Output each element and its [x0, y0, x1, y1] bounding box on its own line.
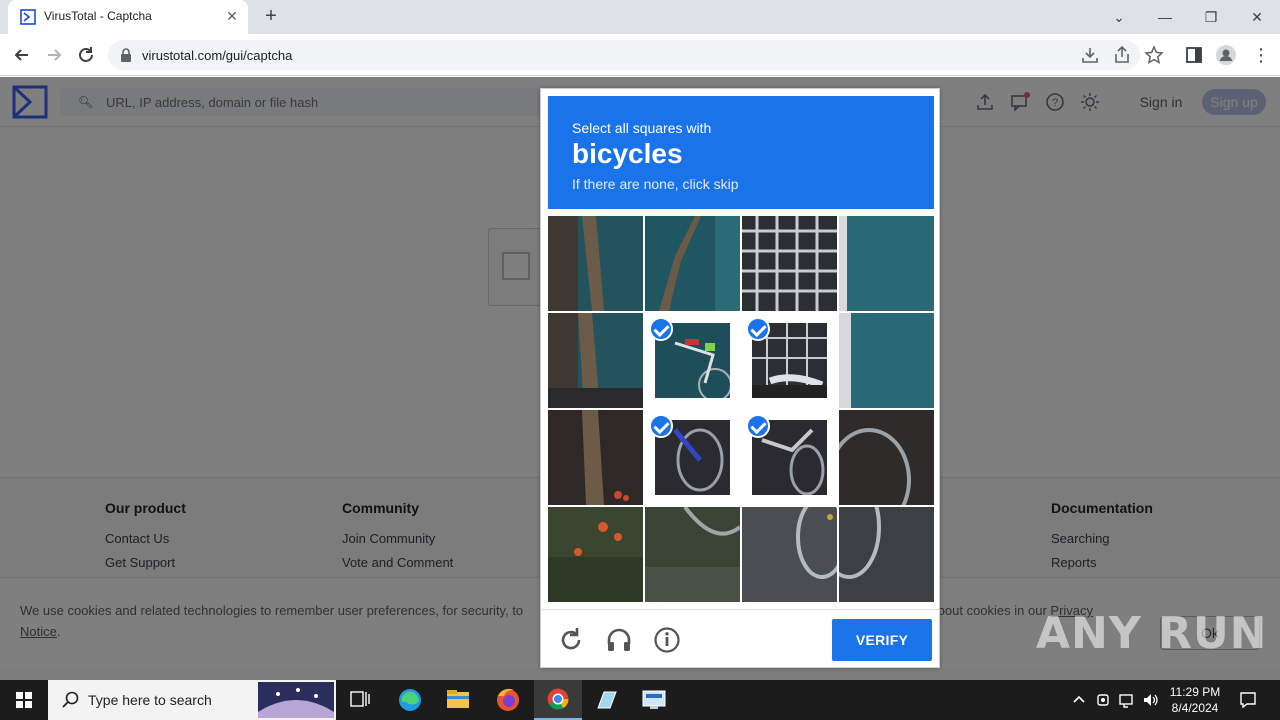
tile-image [839, 216, 934, 311]
tile-image [839, 507, 934, 602]
captcha-tile[interactable] [645, 216, 740, 311]
captcha-tile-selected[interactable] [742, 313, 837, 408]
browser-menu-icon[interactable]: ⋮ [1250, 44, 1272, 66]
edge-browser-icon[interactable] [386, 680, 434, 720]
captcha-instructions: Select all squares with bicycles If ther… [548, 96, 934, 209]
info-icon[interactable] [653, 626, 681, 654]
remote-desktop-icon[interactable] [630, 680, 678, 720]
tile-checkmark-icon [649, 414, 673, 438]
captcha-tile[interactable] [548, 216, 643, 311]
captcha-tile[interactable] [548, 313, 643, 408]
captcha-tile[interactable] [839, 410, 934, 505]
search-icon [62, 691, 79, 708]
forward-arrow-icon[interactable] [43, 44, 65, 66]
notepad-icon[interactable] [582, 680, 630, 720]
minimize-button[interactable]: — [1154, 6, 1176, 28]
address-bar[interactable]: virustotal.com/gui/captcha [108, 40, 1140, 70]
audio-headphones-icon[interactable] [605, 626, 633, 654]
file-explorer-icon[interactable] [434, 680, 482, 720]
windows-start-icon[interactable] [0, 680, 48, 720]
browser-tab[interactable]: VirusTotal - Captcha ✕ [8, 0, 248, 34]
close-window-button[interactable]: ✕ [1246, 6, 1268, 28]
taskbar-clock[interactable]: 11:29 PM 8/4/2024 [1160, 684, 1230, 716]
tile-image [645, 507, 740, 602]
install-app-icon[interactable] [1079, 44, 1101, 66]
tile-image [548, 410, 643, 505]
clock-time: 11:29 PM [1169, 685, 1221, 699]
search-highlight-image [258, 682, 334, 718]
tile-image [548, 313, 643, 408]
tab-title: VirusTotal - Captcha [44, 9, 152, 23]
lock-icon [121, 48, 131, 62]
tab-close-icon[interactable]: ✕ [224, 8, 240, 24]
captcha-footer: VERIFY [541, 609, 939, 667]
tile-image [645, 216, 740, 311]
url-text: virustotal.com/gui/captcha [142, 48, 293, 63]
captcha-tile[interactable] [839, 313, 934, 408]
back-arrow-icon[interactable] [11, 44, 33, 66]
tile-image [742, 216, 837, 311]
captcha-tile[interactable] [645, 507, 740, 602]
tile-checkmark-icon [746, 414, 770, 438]
captcha-image-grid [548, 216, 934, 602]
taskbar-search-box[interactable]: Type here to search [48, 680, 336, 720]
captcha-tile[interactable] [548, 410, 643, 505]
reload-icon[interactable] [557, 626, 585, 654]
bookmark-star-icon[interactable] [1143, 44, 1165, 66]
clock-date: 8/4/2024 [1171, 701, 1219, 715]
new-tab-button[interactable]: + [260, 6, 282, 28]
tile-checkmark-icon [649, 317, 673, 341]
captcha-tile[interactable] [742, 507, 837, 602]
firefox-icon[interactable] [484, 680, 532, 720]
captcha-challenge: Select all squares with bicycles If ther… [540, 88, 940, 668]
browser-toolbar: virustotal.com/gui/captcha ⋮ [0, 34, 1280, 76]
captcha-tile[interactable] [839, 216, 934, 311]
instruction-line: Select all squares with [572, 120, 712, 136]
instruction-hint: If there are none, click skip [572, 176, 739, 192]
verify-button[interactable]: VERIFY [832, 619, 932, 661]
captcha-tile-selected[interactable] [645, 410, 740, 505]
tile-image [839, 410, 934, 505]
share-icon[interactable] [1111, 44, 1133, 66]
tile-image [839, 313, 934, 408]
volume-icon[interactable] [1142, 691, 1160, 709]
network-icon[interactable] [1118, 691, 1136, 709]
captcha-tile[interactable] [742, 216, 837, 311]
captcha-tile[interactable] [548, 507, 643, 602]
tray-chevron-icon[interactable] [1070, 691, 1088, 709]
captcha-tile-selected[interactable] [645, 313, 740, 408]
browser-tab-strip: VirusTotal - Captcha ✕ + ⌄ — ❐ ✕ [0, 0, 1280, 34]
restore-button[interactable]: ❐ [1200, 6, 1222, 28]
virustotal-favicon-icon [20, 9, 36, 25]
anyrun-watermark: ANY RUN [1036, 608, 1268, 659]
side-panel-icon[interactable] [1183, 44, 1205, 66]
instruction-keyword: bicycles [572, 138, 683, 169]
notifications-center-icon[interactable] [1238, 690, 1258, 710]
tab-search-chevron-icon[interactable]: ⌄ [1108, 6, 1130, 28]
tile-image [548, 507, 643, 602]
tile-image [548, 216, 643, 311]
taskbar-search-text: Type here to search [88, 692, 212, 708]
profile-avatar-icon[interactable] [1215, 44, 1237, 66]
tray-device-icon[interactable] [1094, 691, 1112, 709]
tile-image [742, 507, 837, 602]
captcha-tile[interactable] [839, 507, 934, 602]
chrome-icon[interactable] [534, 680, 582, 720]
task-view-icon[interactable] [336, 680, 384, 720]
reload-page-icon[interactable] [75, 44, 97, 66]
tile-checkmark-icon [746, 317, 770, 341]
captcha-tile-selected[interactable] [742, 410, 837, 505]
windows-taskbar: Type here to search 11:29 PM 8/4/2024 [0, 680, 1280, 720]
